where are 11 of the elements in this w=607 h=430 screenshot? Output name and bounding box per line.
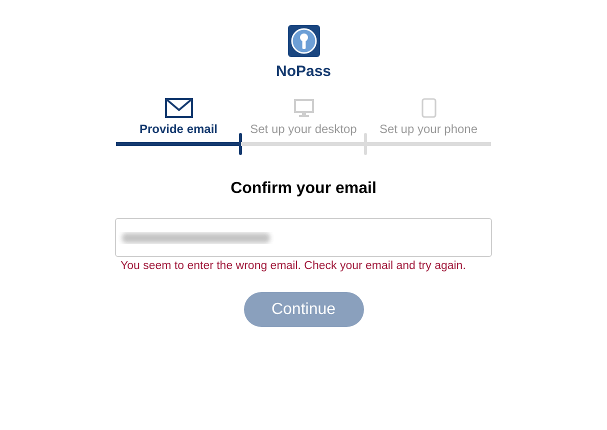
step-tab[interactable]: Provide email bbox=[116, 98, 241, 156]
keyhole-logo-icon bbox=[288, 25, 320, 57]
email-field[interactable] bbox=[115, 218, 492, 257]
error-message: You seem to enter the wrong email. Check your email and try again. bbox=[120, 260, 467, 272]
phone-icon bbox=[420, 98, 436, 118]
monitor-icon bbox=[294, 98, 314, 118]
envelope-icon bbox=[164, 98, 192, 118]
brand-name: NoPass bbox=[276, 63, 332, 80]
step-tab[interactable]: Set up your phone bbox=[366, 98, 491, 156]
form-heading: Confirm your email bbox=[230, 180, 376, 198]
step-tab[interactable]: Set up your desktop bbox=[241, 98, 366, 156]
